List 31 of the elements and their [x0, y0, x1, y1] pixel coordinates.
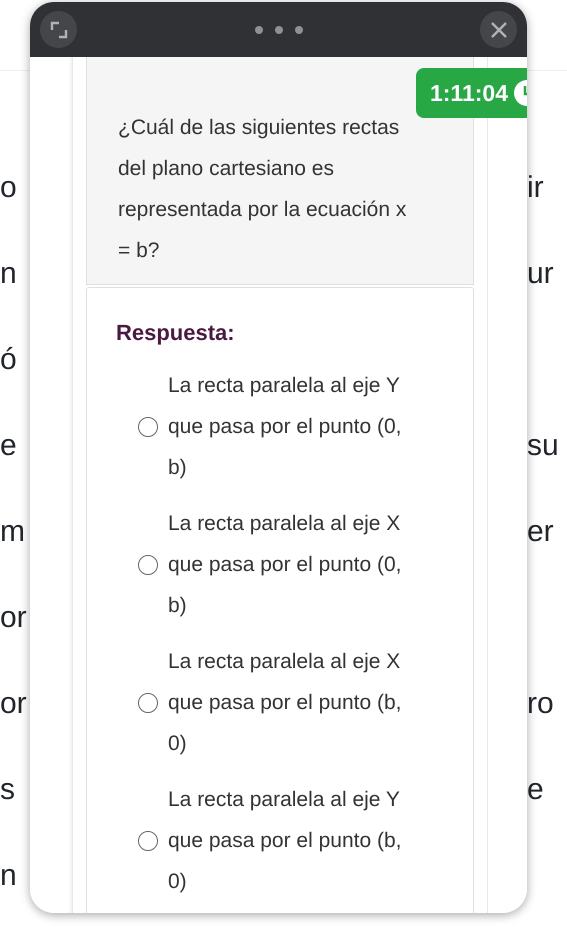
timer-text: 1:11:04: [430, 80, 508, 106]
background-text: n: [0, 859, 17, 892]
option-text: La recta paralela al eje Y que pasa por el punto (b, 0): [168, 787, 403, 895]
background-text: er: [527, 515, 554, 548]
drag-handle-icon[interactable]: [254, 24, 304, 34]
background-text: su: [527, 429, 559, 462]
background-text: n: [0, 257, 17, 290]
close-icon: [490, 20, 508, 38]
expand-button[interactable]: [40, 11, 77, 48]
background-text: e: [0, 429, 17, 462]
background-text: ro: [527, 687, 554, 720]
background-text: m: [0, 515, 25, 548]
question-text: ¿Cuál de las siguientes rectas del plano cartesiano es representada por la ecuación x = b?: [118, 115, 408, 264]
background-text: or: [0, 687, 27, 720]
background-text: o: [0, 171, 17, 204]
background-text: ir: [527, 171, 544, 204]
background-text: e: [527, 773, 544, 806]
option-text: La recta paralela al eje X que pasa por el punto (b, 0): [168, 649, 403, 757]
answer-heading: Respuesta:: [116, 319, 235, 347]
background-text: ur: [527, 257, 554, 290]
close-button[interactable]: [480, 11, 517, 48]
radio-button[interactable]: [138, 830, 158, 850]
radio-button[interactable]: [138, 554, 158, 574]
expand-icon: [48, 20, 68, 40]
option-text: La recta paralela al eje X que pasa por el punto (0, b): [168, 511, 403, 619]
radio-button[interactable]: [138, 416, 158, 436]
option-text: La recta paralela al eje Y que pasa por el punto (0, b): [168, 373, 403, 481]
background-text: or: [0, 601, 27, 634]
background-text: ó: [0, 343, 17, 376]
radio-button[interactable]: [138, 692, 158, 712]
background-text: s: [0, 773, 15, 806]
